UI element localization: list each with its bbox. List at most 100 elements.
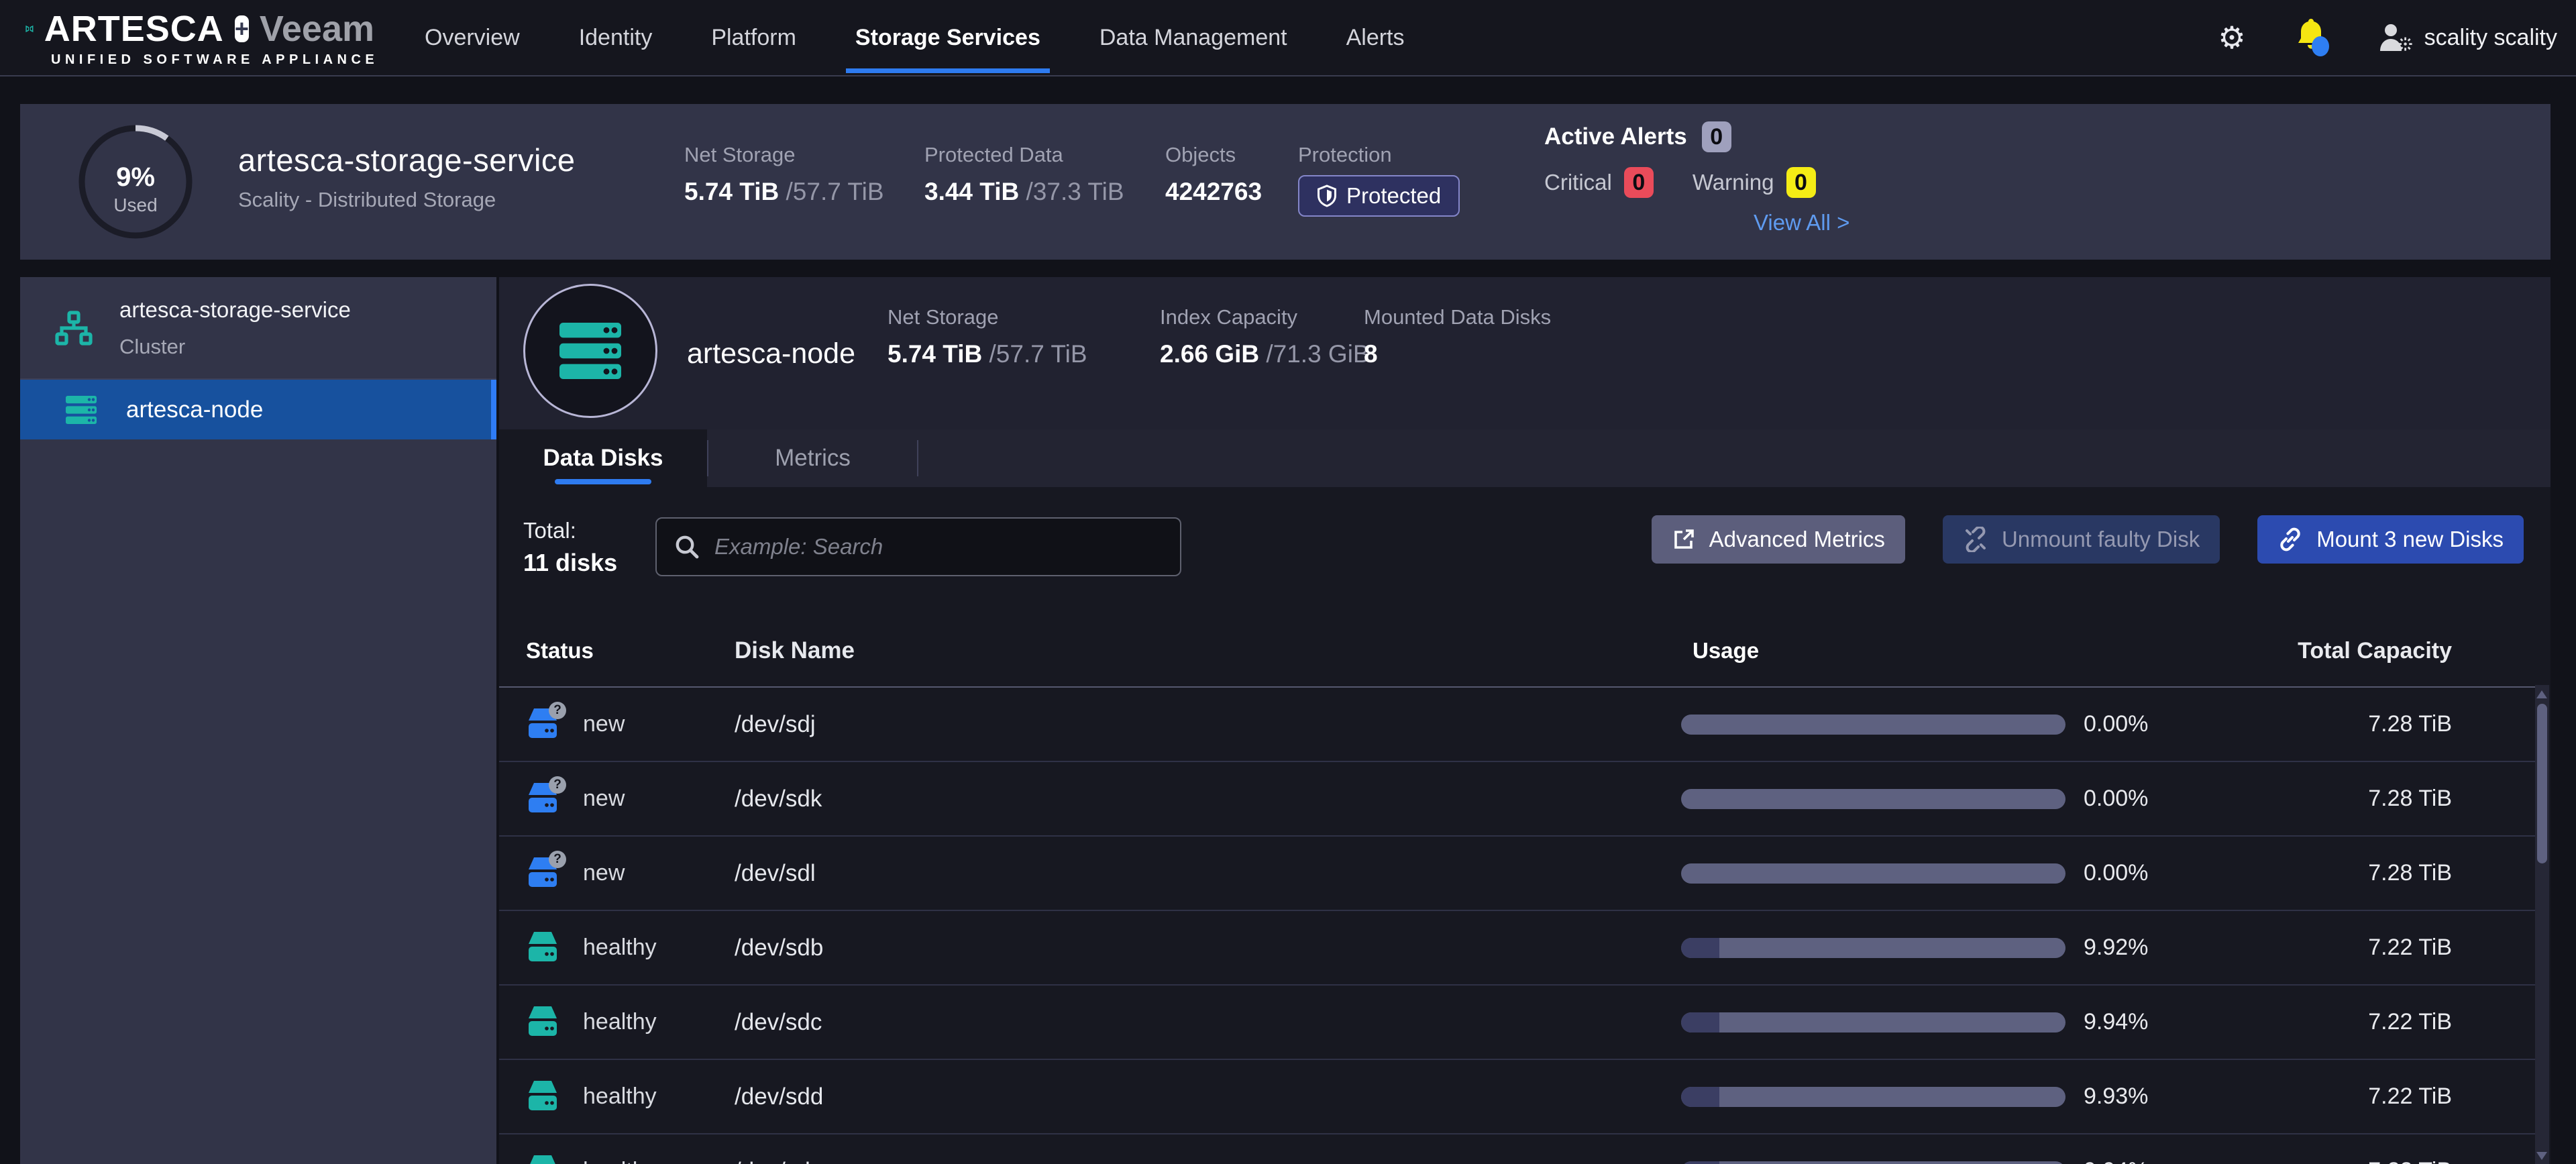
tab-data-disks[interactable]: Data Disks bbox=[499, 429, 707, 487]
node-header: artesca-node Net Storage 5.74 TiB /57.7 … bbox=[499, 277, 2551, 429]
view-all-link[interactable]: View All > bbox=[1754, 210, 1849, 235]
sidebar-item-node-selected[interactable]: artesca-node bbox=[20, 380, 496, 439]
disk-name: /dev/sdj bbox=[735, 711, 1681, 738]
total-capacity: 7.22 TiB bbox=[2218, 1158, 2535, 1164]
settings-gear-icon[interactable]: ⚙ bbox=[2218, 22, 2245, 53]
advanced-metrics-button[interactable]: Advanced Metrics bbox=[1652, 515, 1905, 564]
disk-name: /dev/sde bbox=[735, 1158, 1681, 1164]
disk-search[interactable] bbox=[655, 517, 1181, 576]
disk-name: /dev/sdb bbox=[735, 935, 1681, 961]
table-row[interactable]: ? healthy /dev/sde 9.94% 7.22 TiB bbox=[499, 1134, 2535, 1164]
disk-name: /dev/sdc bbox=[735, 1009, 1681, 1036]
total-capacity: 7.22 TiB bbox=[2218, 935, 2535, 961]
cluster-icon bbox=[55, 311, 93, 346]
node-server-icon bbox=[557, 320, 624, 382]
server-stack-icon bbox=[64, 394, 98, 425]
usage-bar-fill bbox=[1681, 1012, 1719, 1033]
disk-status: healthy bbox=[583, 1158, 657, 1164]
nav-item[interactable]: Platform bbox=[711, 0, 796, 75]
usage-bar bbox=[1681, 1087, 2065, 1107]
user-menu[interactable]: scality scality bbox=[2379, 23, 2557, 52]
disk-status-icon: ? bbox=[526, 931, 559, 965]
table-row[interactable]: ? new /dev/sdl 0.00% 7.28 TiB bbox=[499, 837, 2535, 911]
nav-item[interactable]: Storage Services bbox=[855, 0, 1040, 75]
app-logo: ARTESCA + Veeam UNIFIED SOFTWARE APPLIAN… bbox=[25, 8, 374, 68]
total-disks-value: 11 disks bbox=[523, 549, 617, 577]
disk-status: new bbox=[583, 786, 625, 812]
unmount-faulty-disk-button[interactable]: Unmount faulty Disk bbox=[1943, 515, 2220, 564]
warning-count-badge: 0 bbox=[1786, 167, 1816, 198]
usage-percent: 0.00% bbox=[2084, 711, 2218, 737]
active-alerts-count-badge: 0 bbox=[1702, 121, 1731, 152]
sidebar-node-label: artesca-node bbox=[126, 396, 263, 423]
protected-badge: Protected bbox=[1298, 175, 1460, 217]
stat-protection: Protection Protected bbox=[1298, 143, 1460, 217]
disk-status: healthy bbox=[583, 935, 657, 961]
main-panel: artesca-node Net Storage 5.74 TiB /57.7 … bbox=[499, 277, 2551, 1164]
node-avatar bbox=[523, 284, 657, 418]
warning-label: Warning bbox=[1693, 170, 1774, 195]
total-capacity: 7.22 TiB bbox=[2218, 1083, 2535, 1110]
user-name: scality scality bbox=[2424, 25, 2557, 51]
table-row[interactable]: ? healthy /dev/sdc 9.94% 7.22 TiB bbox=[499, 986, 2535, 1060]
usage-bar-fill bbox=[1681, 1161, 1719, 1164]
column-total-capacity: Total Capacity bbox=[2218, 638, 2535, 664]
new-disk-question-badge: ? bbox=[549, 702, 566, 719]
search-input[interactable] bbox=[714, 534, 1163, 560]
table-row[interactable]: ? new /dev/sdk 0.00% 7.28 TiB bbox=[499, 762, 2535, 837]
usage-bar bbox=[1681, 863, 2065, 884]
disk-table-header: Status Disk Name Usage Total Capacity bbox=[499, 629, 2535, 672]
active-alerts-summary: Active Alerts 0 Critical 0 Warning 0 Vie… bbox=[1544, 121, 1849, 235]
disk-status-icon: ? bbox=[526, 707, 559, 742]
table-row[interactable]: ? healthy /dev/sdb 9.92% 7.22 TiB bbox=[499, 911, 2535, 986]
column-disk-name: Disk Name bbox=[735, 637, 1681, 664]
disk-status-icon: ? bbox=[526, 1079, 559, 1114]
sidebar-item-cluster[interactable]: artesca-storage-service Cluster bbox=[20, 277, 496, 380]
disk-table-body: ? new /dev/sdj 0.00% 7.28 TiB bbox=[499, 688, 2535, 1164]
gauge-percent: 9% bbox=[116, 162, 155, 192]
critical-count-badge: 0 bbox=[1624, 167, 1654, 198]
notifications-bell-icon[interactable] bbox=[2294, 18, 2330, 57]
disk-status: new bbox=[583, 711, 625, 737]
brand-tagline: UNIFIED SOFTWARE APPLIANCE bbox=[51, 52, 374, 68]
nav-item[interactable]: Overview bbox=[425, 0, 520, 75]
primary-nav: Overview Identity Platform Storage Servi… bbox=[425, 0, 1405, 75]
brand-veeam: Veeam bbox=[260, 8, 374, 50]
scrollbar-thumb[interactable] bbox=[2537, 704, 2547, 863]
usage-bar bbox=[1681, 715, 2065, 735]
data-disks-content: Total: 11 disks Advanced Metrics bbox=[499, 487, 2551, 1164]
column-status: Status bbox=[499, 638, 735, 664]
disk-name: /dev/sdl bbox=[735, 860, 1681, 887]
usage-bar bbox=[1681, 1161, 2065, 1164]
scrollbar-down-arrow[interactable] bbox=[2536, 1152, 2547, 1160]
column-usage: Usage bbox=[1681, 638, 2065, 664]
service-header-band: 9% Used artesca-storage-service Scality … bbox=[20, 104, 2551, 260]
unlink-icon bbox=[1963, 527, 1988, 552]
stat-objects: Objects 4242763 bbox=[1165, 143, 1262, 206]
usage-gauge: 9% Used bbox=[75, 121, 196, 242]
usage-bar bbox=[1681, 938, 2065, 958]
table-scrollbar[interactable] bbox=[2535, 685, 2549, 1164]
artesca-logo-icon bbox=[25, 9, 34, 48]
total-capacity: 7.28 TiB bbox=[2218, 711, 2535, 737]
nav-right-cluster: ⚙ bbox=[2218, 18, 2557, 57]
brand-artesca: ARTESCA bbox=[44, 8, 224, 50]
tab-metrics[interactable]: Metrics bbox=[708, 429, 917, 487]
nav-item[interactable]: Identity bbox=[579, 0, 653, 75]
service-subtitle: Scality - Distributed Storage bbox=[238, 188, 576, 212]
usage-bar bbox=[1681, 1012, 2065, 1033]
usage-bar-fill bbox=[1681, 1087, 1719, 1107]
nav-item[interactable]: Alerts bbox=[1346, 0, 1405, 75]
disk-status-icon: ? bbox=[526, 1005, 559, 1040]
usage-bar-fill bbox=[1681, 938, 1719, 958]
scrollbar-up-arrow[interactable] bbox=[2536, 690, 2547, 698]
table-row[interactable]: ? new /dev/sdj 0.00% 7.28 TiB bbox=[499, 688, 2535, 762]
stat-protected-data: Protected Data 3.44 TiB /37.3 TiB bbox=[924, 143, 1124, 206]
mount-new-disks-button[interactable]: Mount 3 new Disks bbox=[2257, 515, 2524, 564]
usage-bar bbox=[1681, 789, 2065, 809]
nav-item[interactable]: Data Management bbox=[1099, 0, 1287, 75]
gauge-label: Used bbox=[113, 195, 157, 215]
table-row[interactable]: ? healthy /dev/sdd 9.93% 7.22 TiB bbox=[499, 1060, 2535, 1134]
top-navigation-bar: ARTESCA + Veeam UNIFIED SOFTWARE APPLIAN… bbox=[0, 0, 2576, 76]
usage-percent: 9.92% bbox=[2084, 935, 2218, 961]
